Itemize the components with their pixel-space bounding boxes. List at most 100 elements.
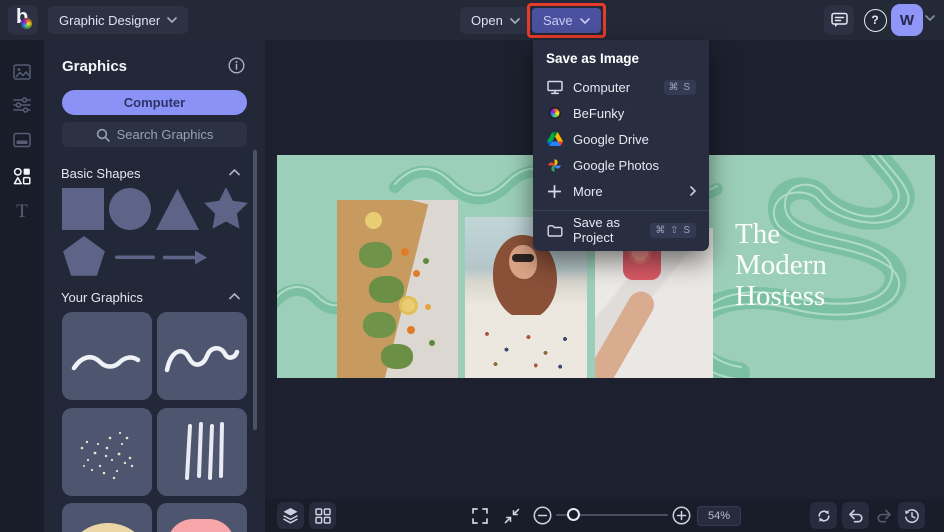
graphic-tile-wavy-line[interactable]	[62, 312, 152, 400]
menu-item-save-as-project[interactable]: Save as Project ⌘ ⇧ S	[533, 217, 709, 243]
rainbow-circle-icon	[21, 18, 32, 29]
save-menu-header: Save as Image	[533, 49, 709, 74]
fullscreen-button[interactable]	[466, 502, 493, 529]
befunky-logo[interactable]: b	[8, 5, 38, 35]
card-icon	[13, 132, 31, 148]
computer-upload-button[interactable]: Computer	[62, 90, 247, 115]
question-mark-icon: ?	[864, 9, 887, 32]
save-dropdown-menu: Save as Image Computer ⌘ S BeFunky	[533, 40, 709, 251]
computer-button-label: Computer	[124, 95, 185, 110]
tomato-dot	[425, 304, 431, 310]
menu-item-more[interactable]: More	[533, 178, 709, 204]
tool-rail: T	[0, 40, 44, 532]
avocado-toast-piece	[359, 242, 392, 268]
menu-item-befunky[interactable]: BeFunky	[533, 100, 709, 126]
zoom-slider-knob[interactable]	[567, 508, 580, 521]
account-chevron-icon[interactable]	[925, 15, 935, 21]
google-photos-icon	[547, 158, 562, 173]
patterned-shirt-shape	[465, 315, 587, 378]
open-button[interactable]: Open	[460, 7, 531, 34]
lemon-slice	[365, 212, 382, 229]
photo-avocado-toast[interactable]	[337, 200, 458, 378]
graphic-tile-loopy-line[interactable]	[157, 312, 247, 400]
menu-item-computer[interactable]: Computer ⌘ S	[533, 74, 709, 100]
panel-scrollbar[interactable]	[253, 150, 257, 430]
zoom-out-button[interactable]	[529, 502, 556, 529]
shape-star	[204, 188, 248, 229]
avatar-initial: W	[900, 12, 914, 29]
info-icon[interactable]	[228, 57, 245, 74]
shape-triangle	[156, 189, 199, 230]
graphic-tile-pink-blob[interactable]	[157, 503, 247, 532]
menu-item-google-photos[interactable]: Google Photos	[533, 152, 709, 178]
graphic-tile-vertical-lines[interactable]	[157, 408, 247, 496]
fit-to-screen-button[interactable]	[498, 502, 525, 529]
search-button-label: Search Graphics	[117, 127, 214, 142]
refresh-icon	[816, 508, 832, 524]
app-switcher-label: Graphic Designer	[59, 13, 160, 28]
plus-circle-icon	[672, 506, 691, 525]
wavy-line-graphic	[62, 312, 152, 400]
fullscreen-icon	[472, 508, 488, 524]
pink-blob-graphic	[157, 503, 247, 532]
chevron-up-icon[interactable]	[229, 169, 240, 176]
basic-shapes-grid[interactable]	[62, 188, 252, 280]
menu-item-label: Computer	[573, 80, 654, 95]
undo-button[interactable]	[842, 502, 869, 529]
zoom-percentage[interactable]: 54%	[697, 506, 741, 526]
graphic-tile-tan-blob[interactable]	[62, 503, 152, 532]
app-switcher-dropdown[interactable]: Graphic Designer	[48, 6, 188, 34]
menu-item-google-drive[interactable]: Google Drive	[533, 126, 709, 152]
chevron-right-icon	[690, 186, 696, 196]
chevron-down-icon	[580, 18, 590, 24]
layers-icon	[282, 507, 299, 524]
text-icon: T	[16, 201, 28, 223]
rail-item-graphics[interactable]	[0, 159, 44, 193]
save-annotation-highlight: Save	[527, 3, 606, 38]
google-drive-icon	[547, 132, 563, 146]
rail-item-edit[interactable]	[0, 88, 44, 122]
shapes-icon	[13, 167, 31, 185]
folder-icon	[547, 224, 563, 237]
zoom-value-label: 54%	[708, 510, 730, 522]
shape-circle	[109, 188, 151, 230]
rail-item-text[interactable]: T	[0, 195, 44, 229]
design-title-text[interactable]: The Modern Hostess	[735, 219, 827, 312]
feedback-chat-button[interactable]	[824, 5, 854, 35]
rail-item-templates[interactable]	[0, 123, 44, 157]
history-button[interactable]	[898, 502, 925, 529]
avocado-toast-piece	[369, 276, 404, 303]
save-button[interactable]: Save	[532, 8, 601, 33]
basic-shapes-header: Basic Shapes	[61, 166, 141, 181]
menu-divider	[533, 210, 709, 211]
layers-button[interactable]	[277, 502, 304, 529]
title-line-1: The	[735, 219, 827, 250]
top-bar: b Graphic Designer Open Save ?	[0, 0, 944, 40]
chevron-down-icon	[510, 18, 520, 24]
redo-icon	[876, 509, 892, 523]
plus-icon	[548, 185, 561, 198]
arm-shape	[595, 287, 659, 378]
menu-item-label: Google Photos	[573, 158, 696, 173]
computer-monitor-icon	[547, 80, 563, 95]
grid-icon	[315, 508, 331, 524]
chevron-up-icon[interactable]	[229, 293, 240, 300]
search-icon	[96, 128, 110, 142]
reset-button[interactable]	[810, 502, 837, 529]
redo-button[interactable]	[870, 502, 897, 529]
menu-item-label: BeFunky	[573, 106, 696, 121]
zoom-in-button[interactable]	[668, 502, 695, 529]
user-avatar[interactable]: W	[891, 4, 923, 36]
rail-item-photos[interactable]	[0, 55, 44, 89]
undo-icon	[848, 509, 864, 523]
search-graphics-button[interactable]: Search Graphics	[62, 122, 247, 147]
save-label: Save	[543, 13, 573, 28]
speckles-graphic	[62, 408, 152, 496]
canvas-manager-button[interactable]	[309, 502, 336, 529]
shape-arrow	[163, 251, 207, 265]
graphics-panel: Graphics Computer Search Graphics Basic …	[44, 40, 265, 532]
befunky-logo-icon	[548, 106, 562, 120]
help-button[interactable]: ?	[860, 5, 890, 35]
graphic-tile-speckles[interactable]	[62, 408, 152, 496]
chat-bubble-icon	[831, 12, 848, 28]
